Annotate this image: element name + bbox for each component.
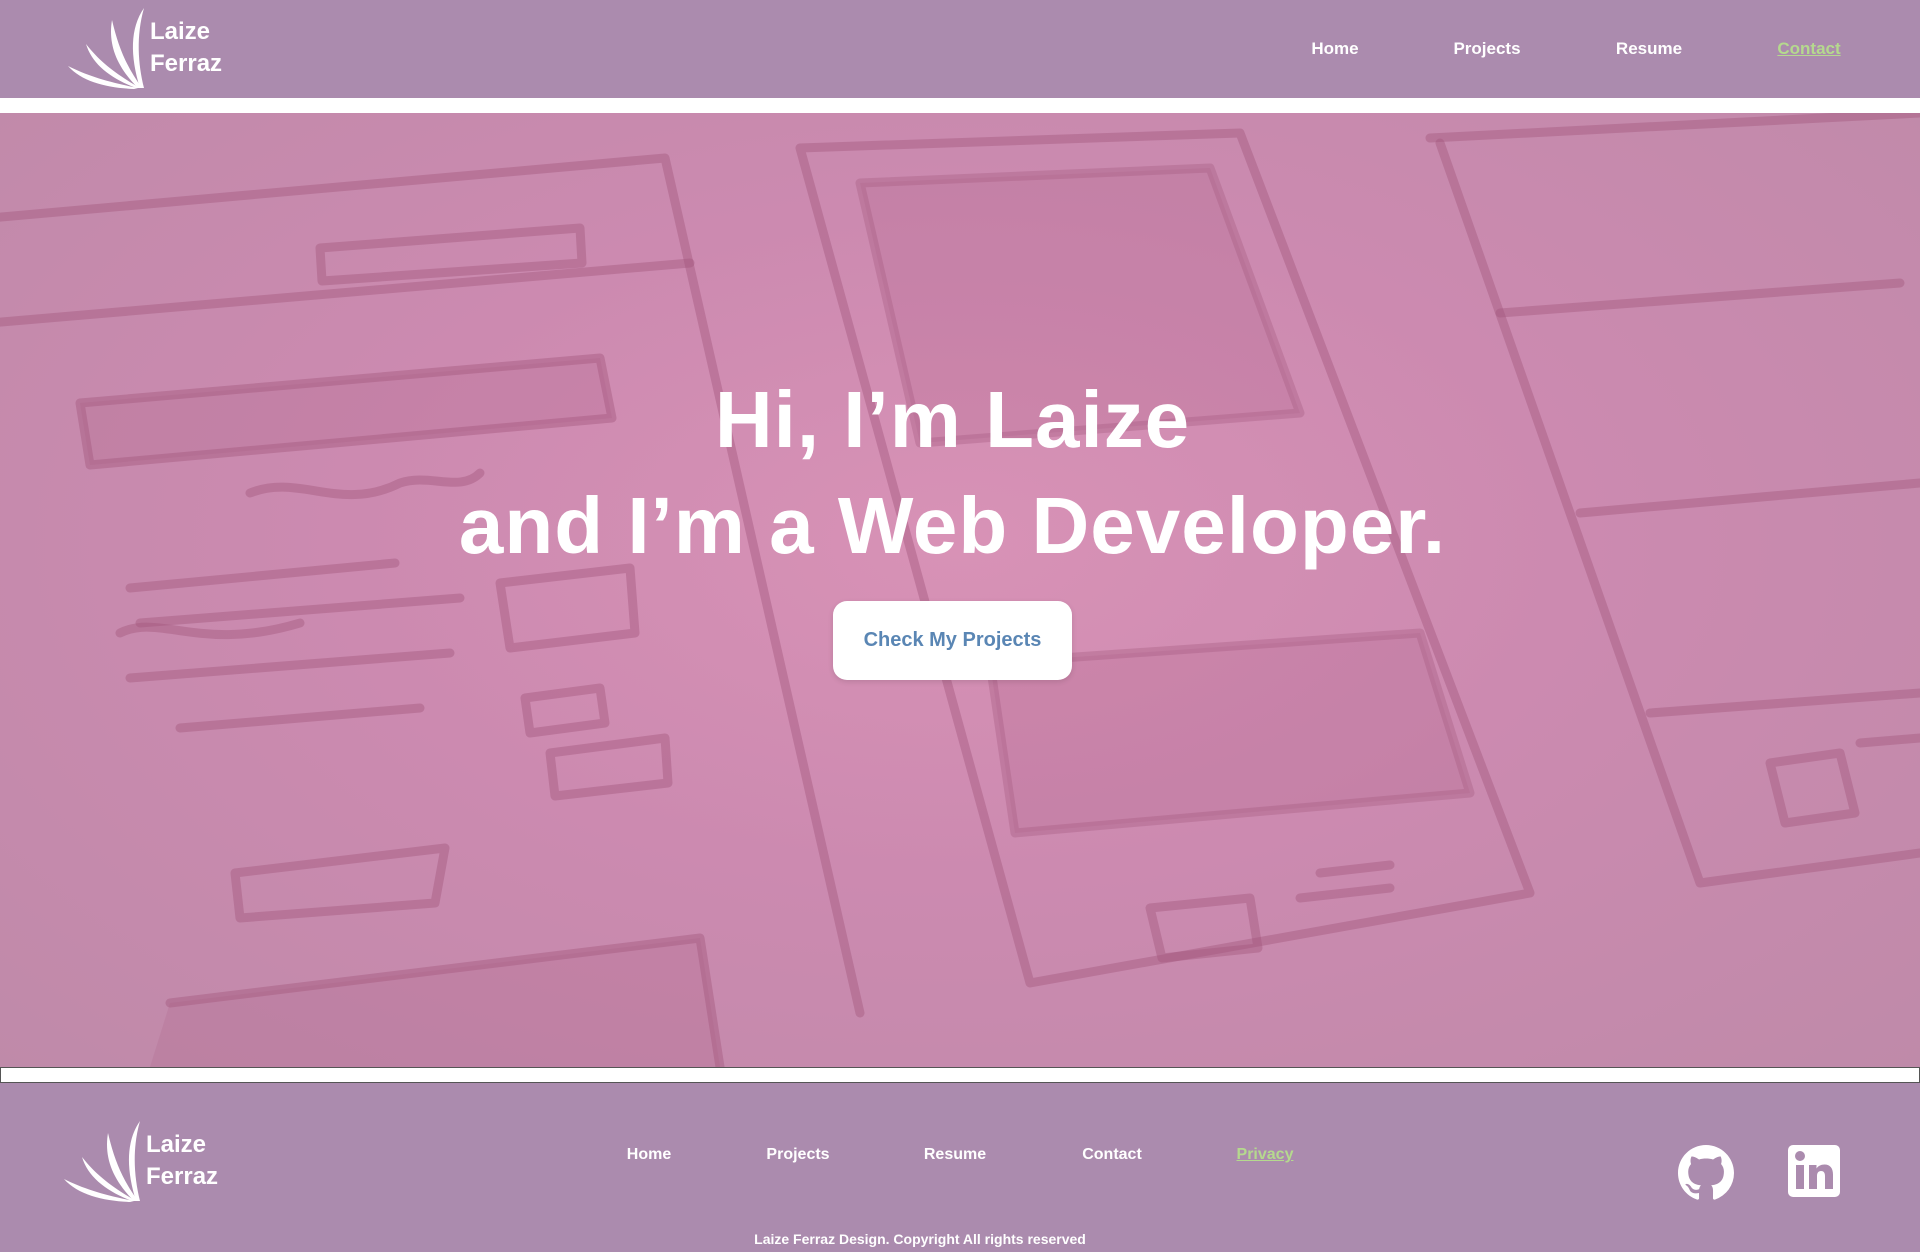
github-icon — [1678, 1145, 1734, 1205]
site-header: Laize Ferraz Home Projects Resume Contac… — [0, 0, 1920, 98]
hero-heading: Hi, I’m Laize and I’m a Web Developer. — [0, 367, 1905, 579]
leaf-fan-icon — [64, 6, 146, 90]
copyright-text: Laize Ferraz Design. Copyright All right… — [754, 1231, 1086, 1247]
wireframe-sketch-image — [0, 113, 1920, 1067]
hero-heading-line1: Hi, I’m Laize — [714, 374, 1191, 464]
footer-brand-name-line2: Ferraz — [146, 1163, 219, 1190]
footer-brand-name: Laize Ferraz — [146, 1129, 218, 1193]
brand-name: Laize Ferraz — [150, 16, 222, 80]
brand-logo-link[interactable]: Laize Ferraz — [64, 6, 222, 90]
leaf-fan-icon — [60, 1119, 142, 1203]
linkedin-link[interactable] — [1788, 1145, 1840, 1202]
footer-nav-home[interactable]: Home — [627, 1146, 671, 1164]
nav-home[interactable]: Home — [1311, 39, 1358, 59]
divider — [0, 98, 1920, 113]
divider — [0, 1067, 1920, 1083]
site-footer: Laize Ferraz Home Projects Resume Contac… — [0, 1083, 1920, 1255]
linkedin-icon — [1788, 1145, 1840, 1201]
footer-brand-name-line1: Laize — [146, 1131, 207, 1158]
brand-name-line2: Ferraz — [150, 50, 223, 77]
footer-nav-projects[interactable]: Projects — [766, 1146, 829, 1164]
hero-section: Hi, I’m Laize and I’m a Web Developer. C… — [0, 113, 1920, 1067]
nav-contact[interactable]: Contact — [1777, 39, 1840, 59]
github-link[interactable] — [1678, 1145, 1734, 1206]
footer-nav-resume[interactable]: Resume — [924, 1146, 986, 1164]
footer-nav-privacy[interactable]: Privacy — [1237, 1146, 1294, 1164]
check-projects-button[interactable]: Check My Projects — [833, 601, 1072, 680]
brand-name-line1: Laize — [150, 18, 211, 45]
nav-projects[interactable]: Projects — [1453, 39, 1520, 59]
footer-nav-contact[interactable]: Contact — [1082, 1146, 1142, 1164]
footer-brand-logo-link[interactable]: Laize Ferraz — [60, 1119, 218, 1203]
hero-heading-line2: and I’m a Web Developer. — [458, 480, 1447, 570]
nav-resume[interactable]: Resume — [1616, 39, 1682, 59]
